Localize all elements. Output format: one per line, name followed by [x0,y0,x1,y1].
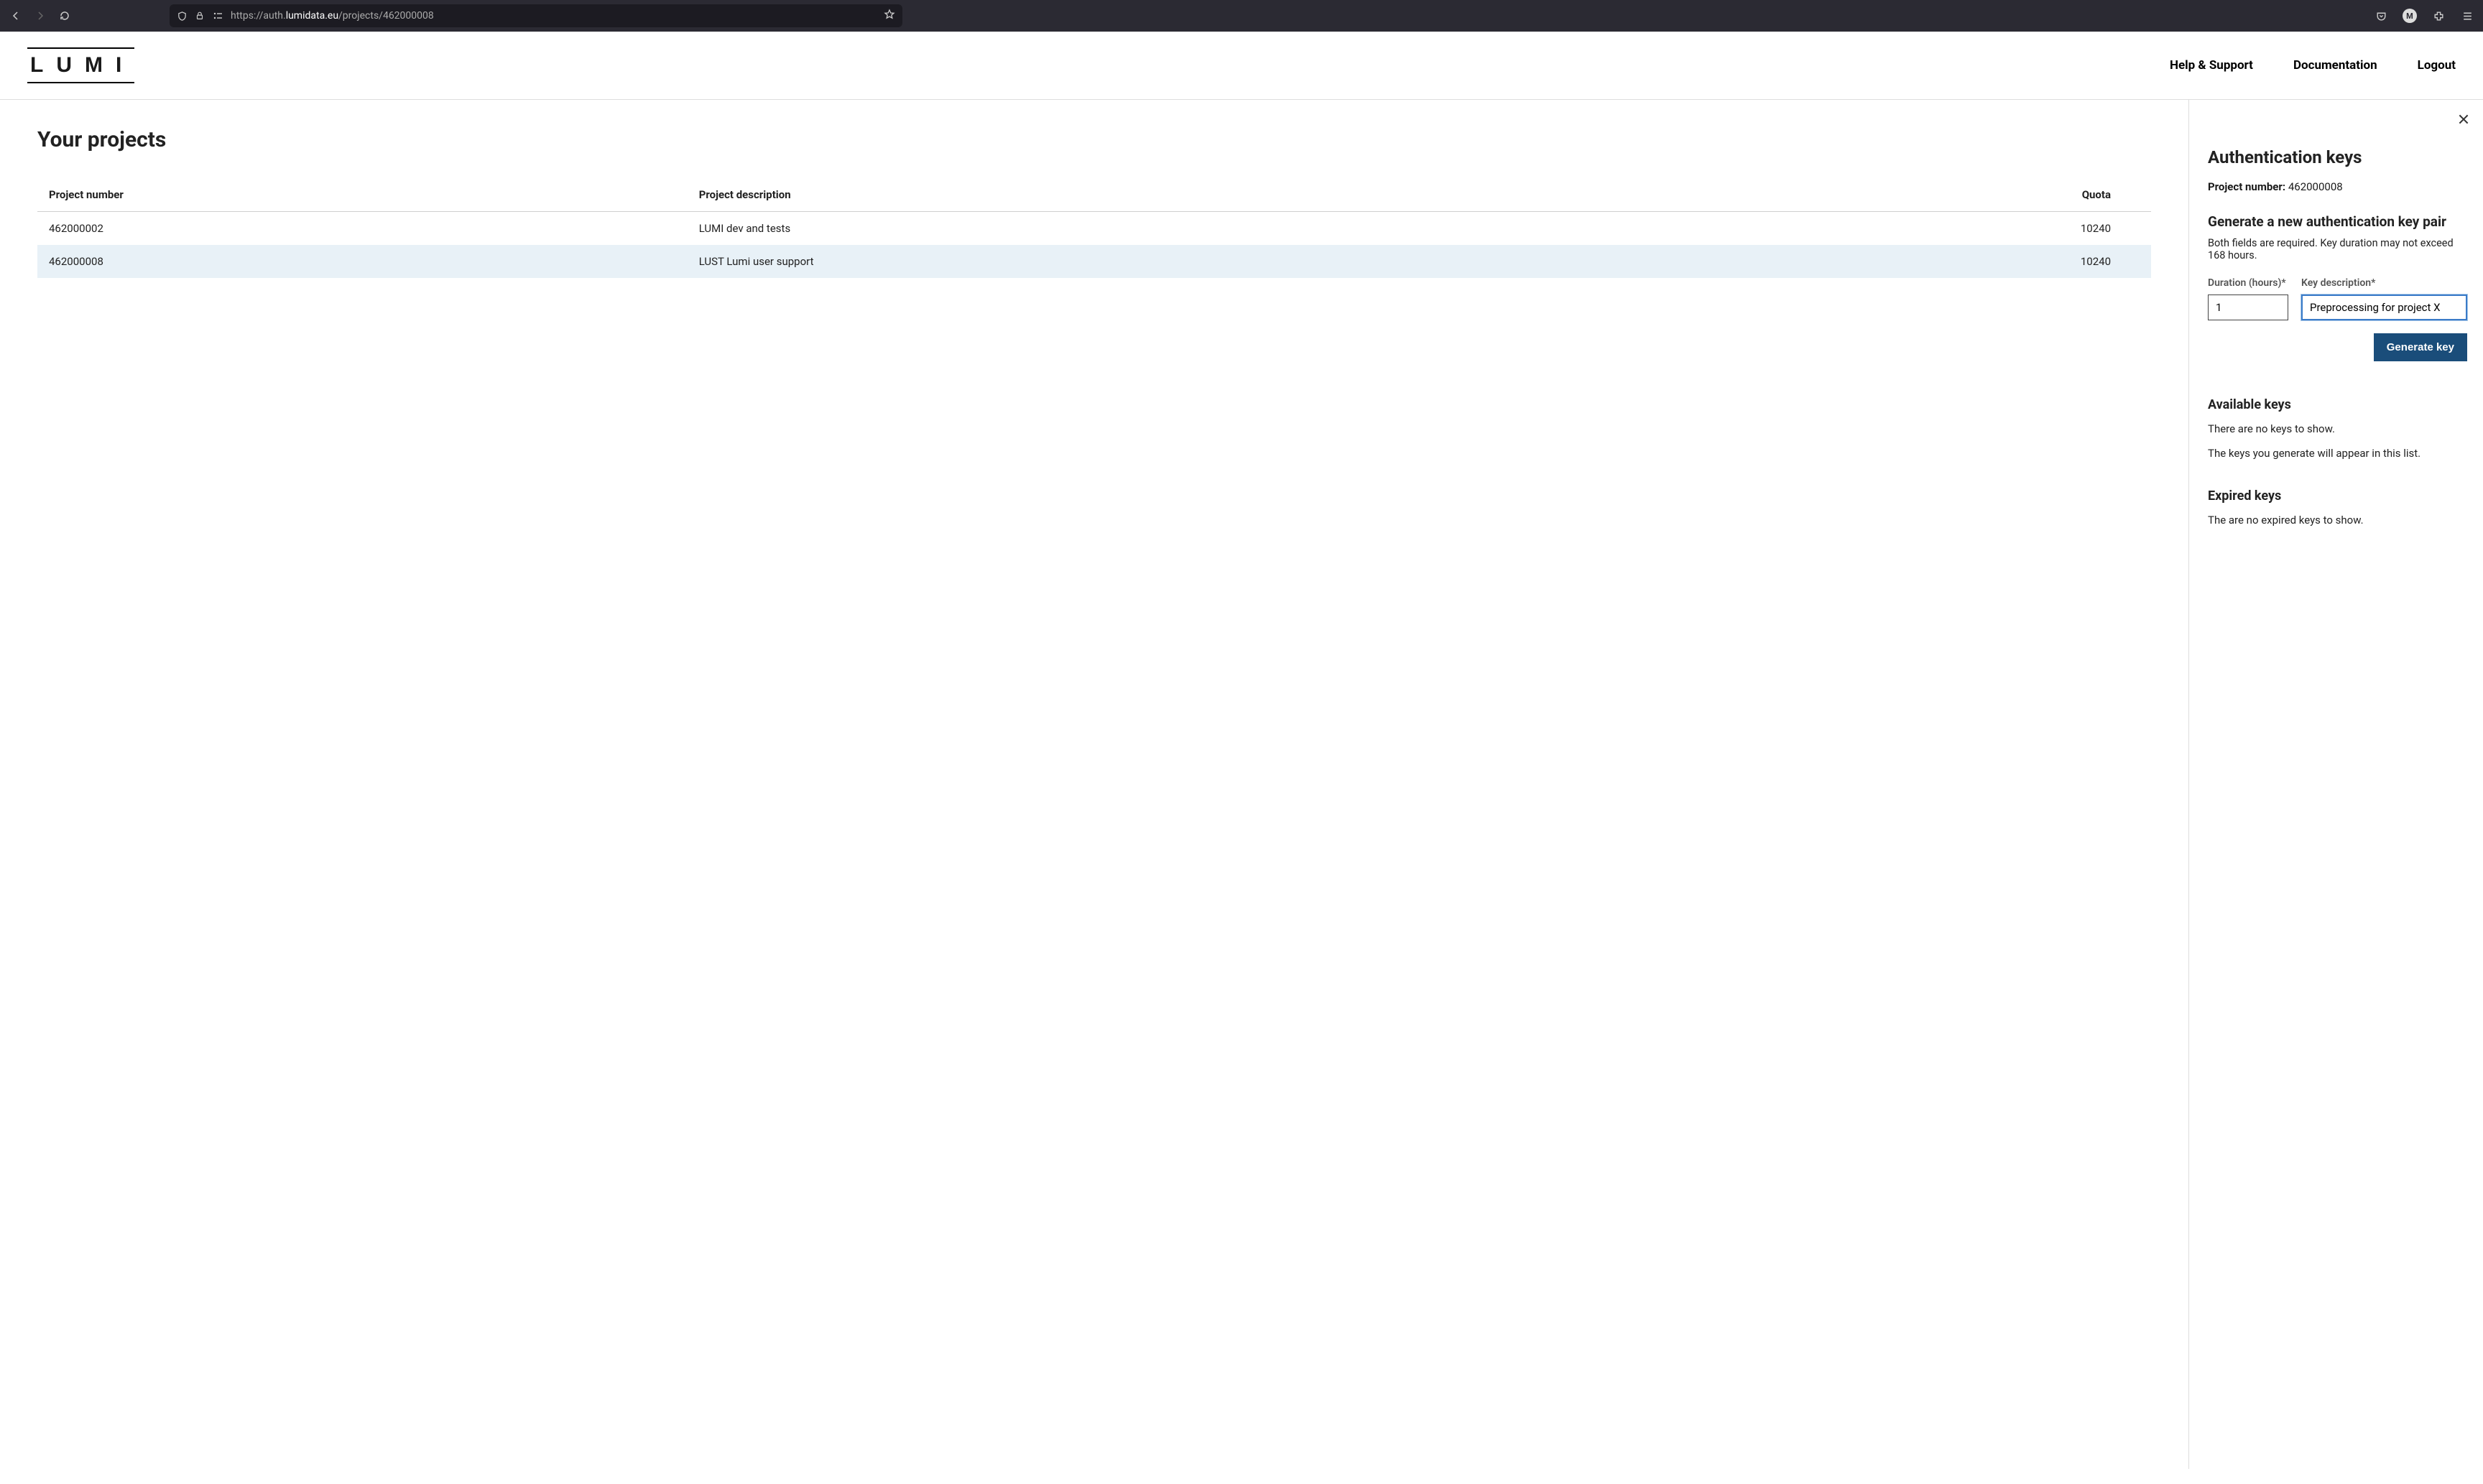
nav-help[interactable]: Help & Support [2170,58,2253,73]
account-avatar[interactable]: M [2400,6,2420,26]
address-bar[interactable]: https://auth.lumidata.eu/projects/462000… [170,4,902,27]
generate-note: Both fields are required. Key duration m… [2208,237,2467,261]
panel-project-number: 462000008 [2288,180,2343,193]
back-button[interactable] [6,6,26,26]
lock-icon [195,11,205,21]
cell-quota: 10240 [1605,245,2151,278]
menu-icon[interactable] [2457,6,2477,26]
bookmark-star-icon[interactable] [884,9,895,23]
generate-key-button[interactable]: Generate key [2374,333,2467,361]
nav-docs[interactable]: Documentation [2293,58,2377,73]
panel-project-label: Project number: [2208,180,2285,193]
header-nav: Help & Support Documentation Logout [2170,58,2456,73]
table-row[interactable]: 462000008LUST Lumi user support10240 [37,245,2151,278]
expired-keys-empty: The are no expired keys to show. [2208,514,2467,527]
col-project-number: Project number [37,178,688,212]
pocket-icon[interactable] [2371,6,2391,26]
forward-button[interactable] [30,6,50,26]
available-keys-empty: There are no keys to show. [2208,422,2467,435]
reload-button[interactable] [55,6,75,26]
duration-label: Duration (hours)* [2208,277,2288,289]
available-keys-note: The keys you generate will appear in thi… [2208,447,2467,460]
cell-project-desc: LUST Lumi user support [688,245,1605,278]
page-header: LUMI Help & Support Documentation Logout [0,32,2483,100]
browser-toolbar: https://auth.lumidata.eu/projects/462000… [0,0,2483,32]
duration-input[interactable] [2208,295,2288,320]
description-input[interactable] [2301,295,2467,320]
page-title: Your projects [37,127,2151,152]
cell-project-desc: LUMI dev and tests [688,212,1605,246]
logo[interactable]: LUMI [27,47,134,83]
panel-title: Authentication keys [2208,147,2467,167]
col-project-desc: Project description [688,178,1605,212]
projects-table: Project number Project description Quota… [37,178,2151,278]
table-header-row: Project number Project description Quota [37,178,2151,212]
generate-heading: Generate a new authentication key pair [2208,213,2467,230]
description-label: Key description* [2301,277,2467,289]
authentication-panel: Authentication keys Project number: 4620… [2188,100,2483,1469]
cell-quota: 10240 [1605,212,2151,246]
expired-keys-heading: Expired keys [2208,488,2467,504]
cell-project-number: 462000008 [37,245,688,278]
available-keys-heading: Available keys [2208,397,2467,412]
main-content: Your projects Project number Project des… [0,100,2188,1469]
col-quota: Quota [1605,178,2151,212]
cell-project-number: 462000002 [37,212,688,246]
url-text: https://auth.lumidata.eu/projects/462000… [231,10,877,22]
nav-logout[interactable]: Logout [2418,58,2456,73]
table-row[interactable]: 462000002LUMI dev and tests10240 [37,212,2151,246]
shield-icon [177,11,188,22]
permissions-icon [212,10,223,22]
extensions-icon[interactable] [2428,6,2449,26]
panel-project-info: Project number: 462000008 [2208,180,2467,193]
close-panel-button[interactable] [2457,113,2470,130]
